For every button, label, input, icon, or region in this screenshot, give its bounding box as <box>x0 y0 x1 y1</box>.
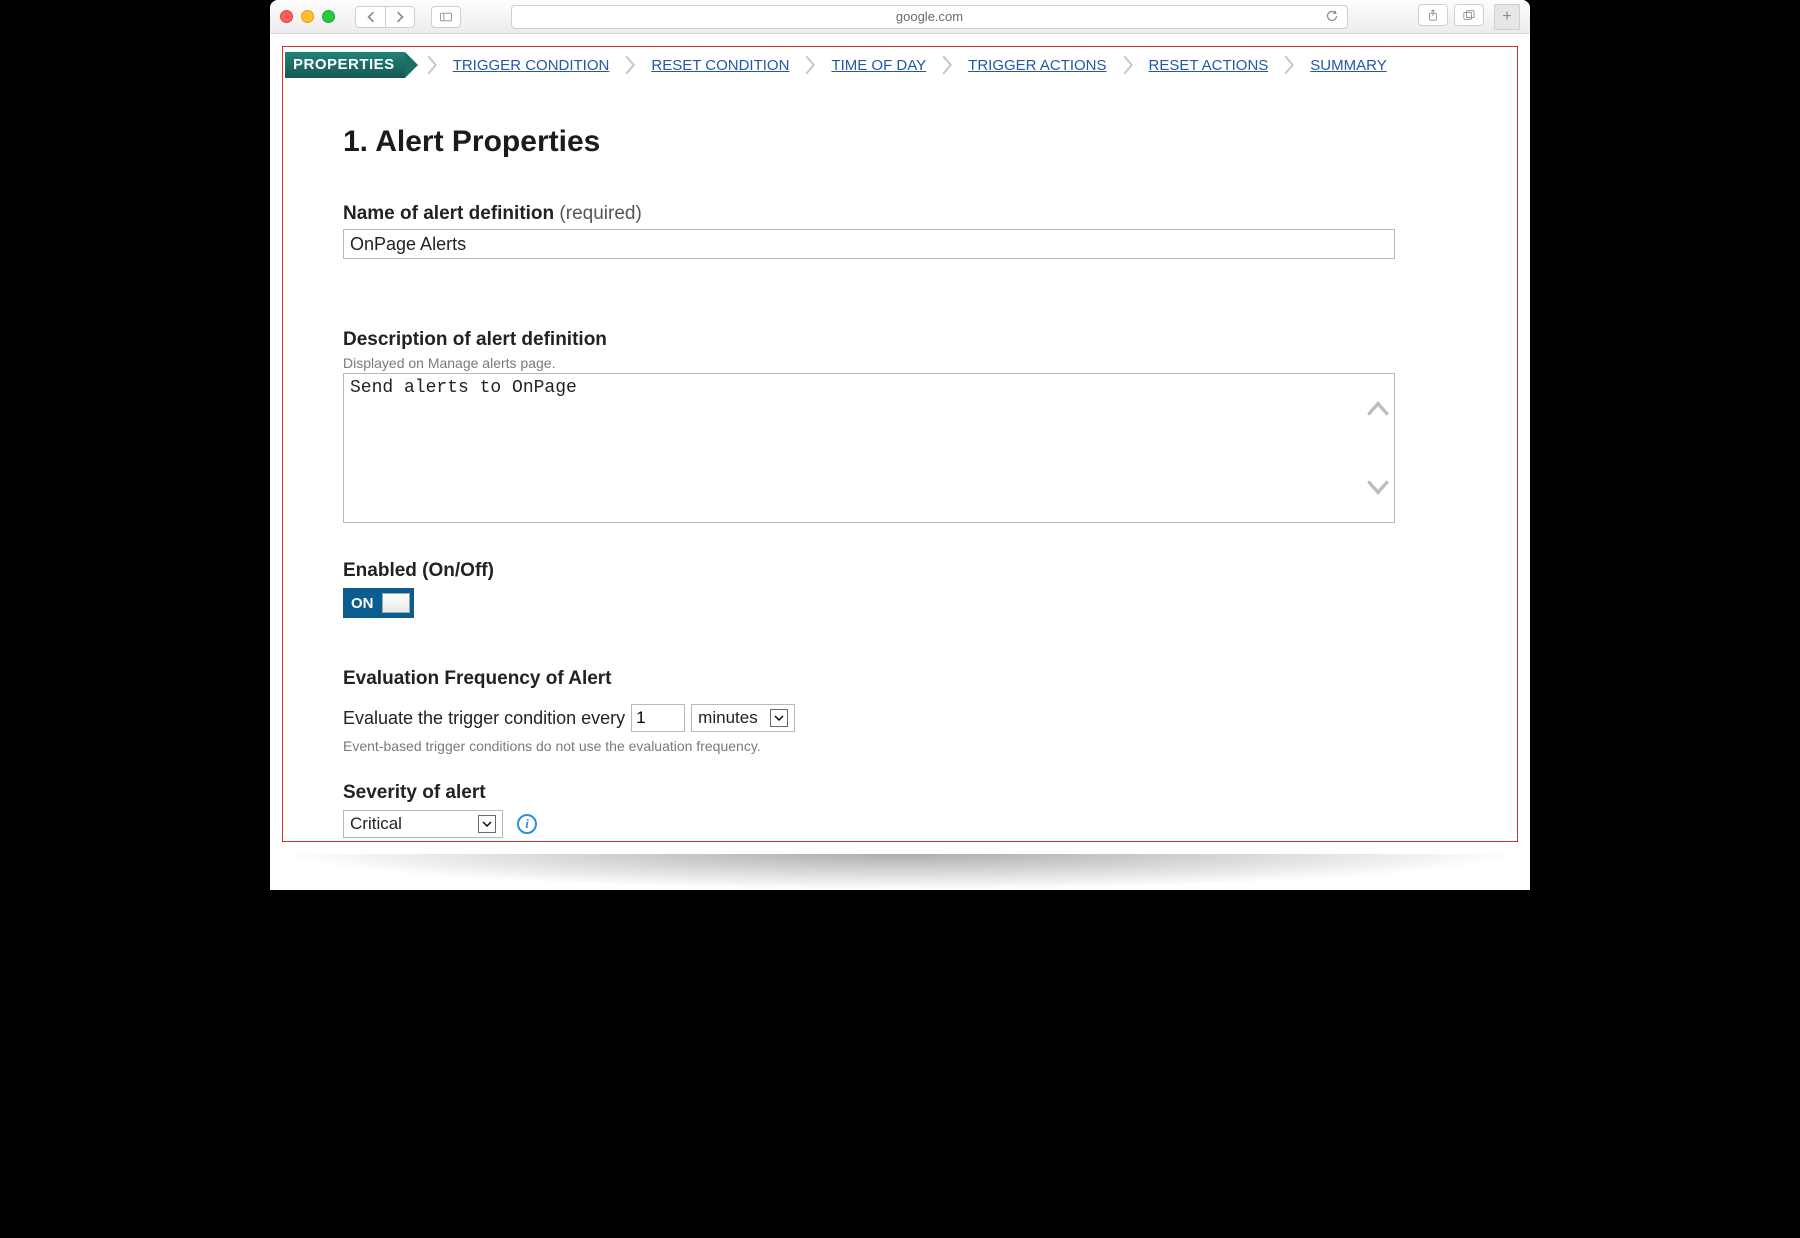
new-tab-button[interactable]: + <box>1494 4 1520 30</box>
page-viewport: PROPERTIES TRIGGER CONDITION RESET CONDI… <box>270 34 1530 854</box>
frequency-help: Event-based trigger conditions do not us… <box>343 738 1457 754</box>
frequency-row: Evaluate the trigger condition every min… <box>343 704 1457 732</box>
name-input[interactable] <box>343 229 1395 259</box>
frequency-unit-select[interactable]: minutes <box>691 704 795 732</box>
name-field: Name of alert definition (required) <box>343 203 1457 259</box>
close-window-button[interactable] <box>280 10 293 23</box>
chevron-down-icon <box>478 815 496 833</box>
description-textarea[interactable] <box>343 373 1395 523</box>
wizard-step-properties[interactable]: PROPERTIES <box>285 52 405 78</box>
severity-select[interactable]: Critical <box>343 810 503 838</box>
toggle-knob-icon <box>382 593 410 613</box>
wizard-step-trigger-condition[interactable]: TRIGGER CONDITION <box>445 57 618 74</box>
reload-icon[interactable] <box>1325 9 1339 26</box>
severity-selected: Critical <box>350 814 402 834</box>
wizard-step-summary[interactable]: SUMMARY <box>1302 57 1394 74</box>
browser-window: google.com + PROPE <box>270 0 1530 890</box>
wizard-step-label: PROPERTIES <box>293 56 395 73</box>
info-icon[interactable]: i <box>517 814 537 834</box>
name-label-text: Name of alert definition <box>343 203 554 224</box>
chevron-right-icon <box>801 55 819 75</box>
frequency-sentence: Evaluate the trigger condition every <box>343 708 625 729</box>
maximize-window-button[interactable] <box>322 10 335 23</box>
nav-back-forward <box>355 6 415 28</box>
alert-properties-form: 1. Alert Properties Name of alert defini… <box>283 81 1517 838</box>
description-label-text: Description of alert definition <box>343 329 607 350</box>
wizard-step-time-of-day[interactable]: TIME OF DAY <box>823 57 934 74</box>
chevron-right-icon <box>938 55 956 75</box>
name-label: Name of alert definition (required) <box>343 203 1457 225</box>
window-controls <box>280 10 335 23</box>
forward-button[interactable] <box>385 6 415 28</box>
frequency-unit-selected: minutes <box>698 708 758 728</box>
chevron-down-icon <box>770 709 788 727</box>
chevron-right-icon <box>1119 55 1137 75</box>
enabled-label: Enabled (On/Off) <box>343 560 1457 582</box>
back-button[interactable] <box>355 6 385 28</box>
tabs-button[interactable] <box>1454 4 1484 26</box>
share-button[interactable] <box>1418 4 1448 26</box>
description-field: Description of alert definition Displaye… <box>343 329 1457 528</box>
address-bar[interactable]: google.com <box>511 5 1348 29</box>
name-label-required: (required) <box>559 203 641 224</box>
frequency-interval-input[interactable] <box>631 704 685 732</box>
window-drop-shadow <box>270 854 1530 890</box>
minimize-window-button[interactable] <box>301 10 314 23</box>
highlighted-region: PROPERTIES TRIGGER CONDITION RESET CONDI… <box>282 46 1518 842</box>
chevron-right-icon <box>423 55 441 75</box>
wizard-step-trigger-actions[interactable]: TRIGGER ACTIONS <box>960 57 1114 74</box>
severity-label: Severity of alert <box>343 782 1457 804</box>
description-label: Description of alert definition <box>343 329 1457 351</box>
page-title: 1. Alert Properties <box>343 125 1457 159</box>
chevron-right-icon <box>621 55 639 75</box>
browser-titlebar: google.com + <box>270 0 1530 34</box>
frequency-section-label: Evaluation Frequency of Alert <box>343 668 1457 690</box>
wizard-step-reset-condition[interactable]: RESET CONDITION <box>643 57 797 74</box>
severity-field: Severity of alert Critical i <box>343 782 1457 838</box>
frequency-field: Evaluation Frequency of Alert Evaluate t… <box>343 668 1457 754</box>
chevron-right-icon <box>1280 55 1298 75</box>
description-help: Displayed on Manage alerts page. <box>343 355 1457 371</box>
enabled-field: Enabled (On/Off) ON <box>343 560 1457 618</box>
toolbar-right: + <box>1418 4 1520 30</box>
address-bar-text: google.com <box>896 9 963 24</box>
wizard-step-reset-actions[interactable]: RESET ACTIONS <box>1141 57 1277 74</box>
sidebar-toggle-button[interactable] <box>431 6 461 28</box>
wizard-steps: PROPERTIES TRIGGER CONDITION RESET CONDI… <box>283 47 1517 81</box>
enabled-toggle-text: ON <box>351 595 374 612</box>
enabled-toggle[interactable]: ON <box>343 588 414 618</box>
